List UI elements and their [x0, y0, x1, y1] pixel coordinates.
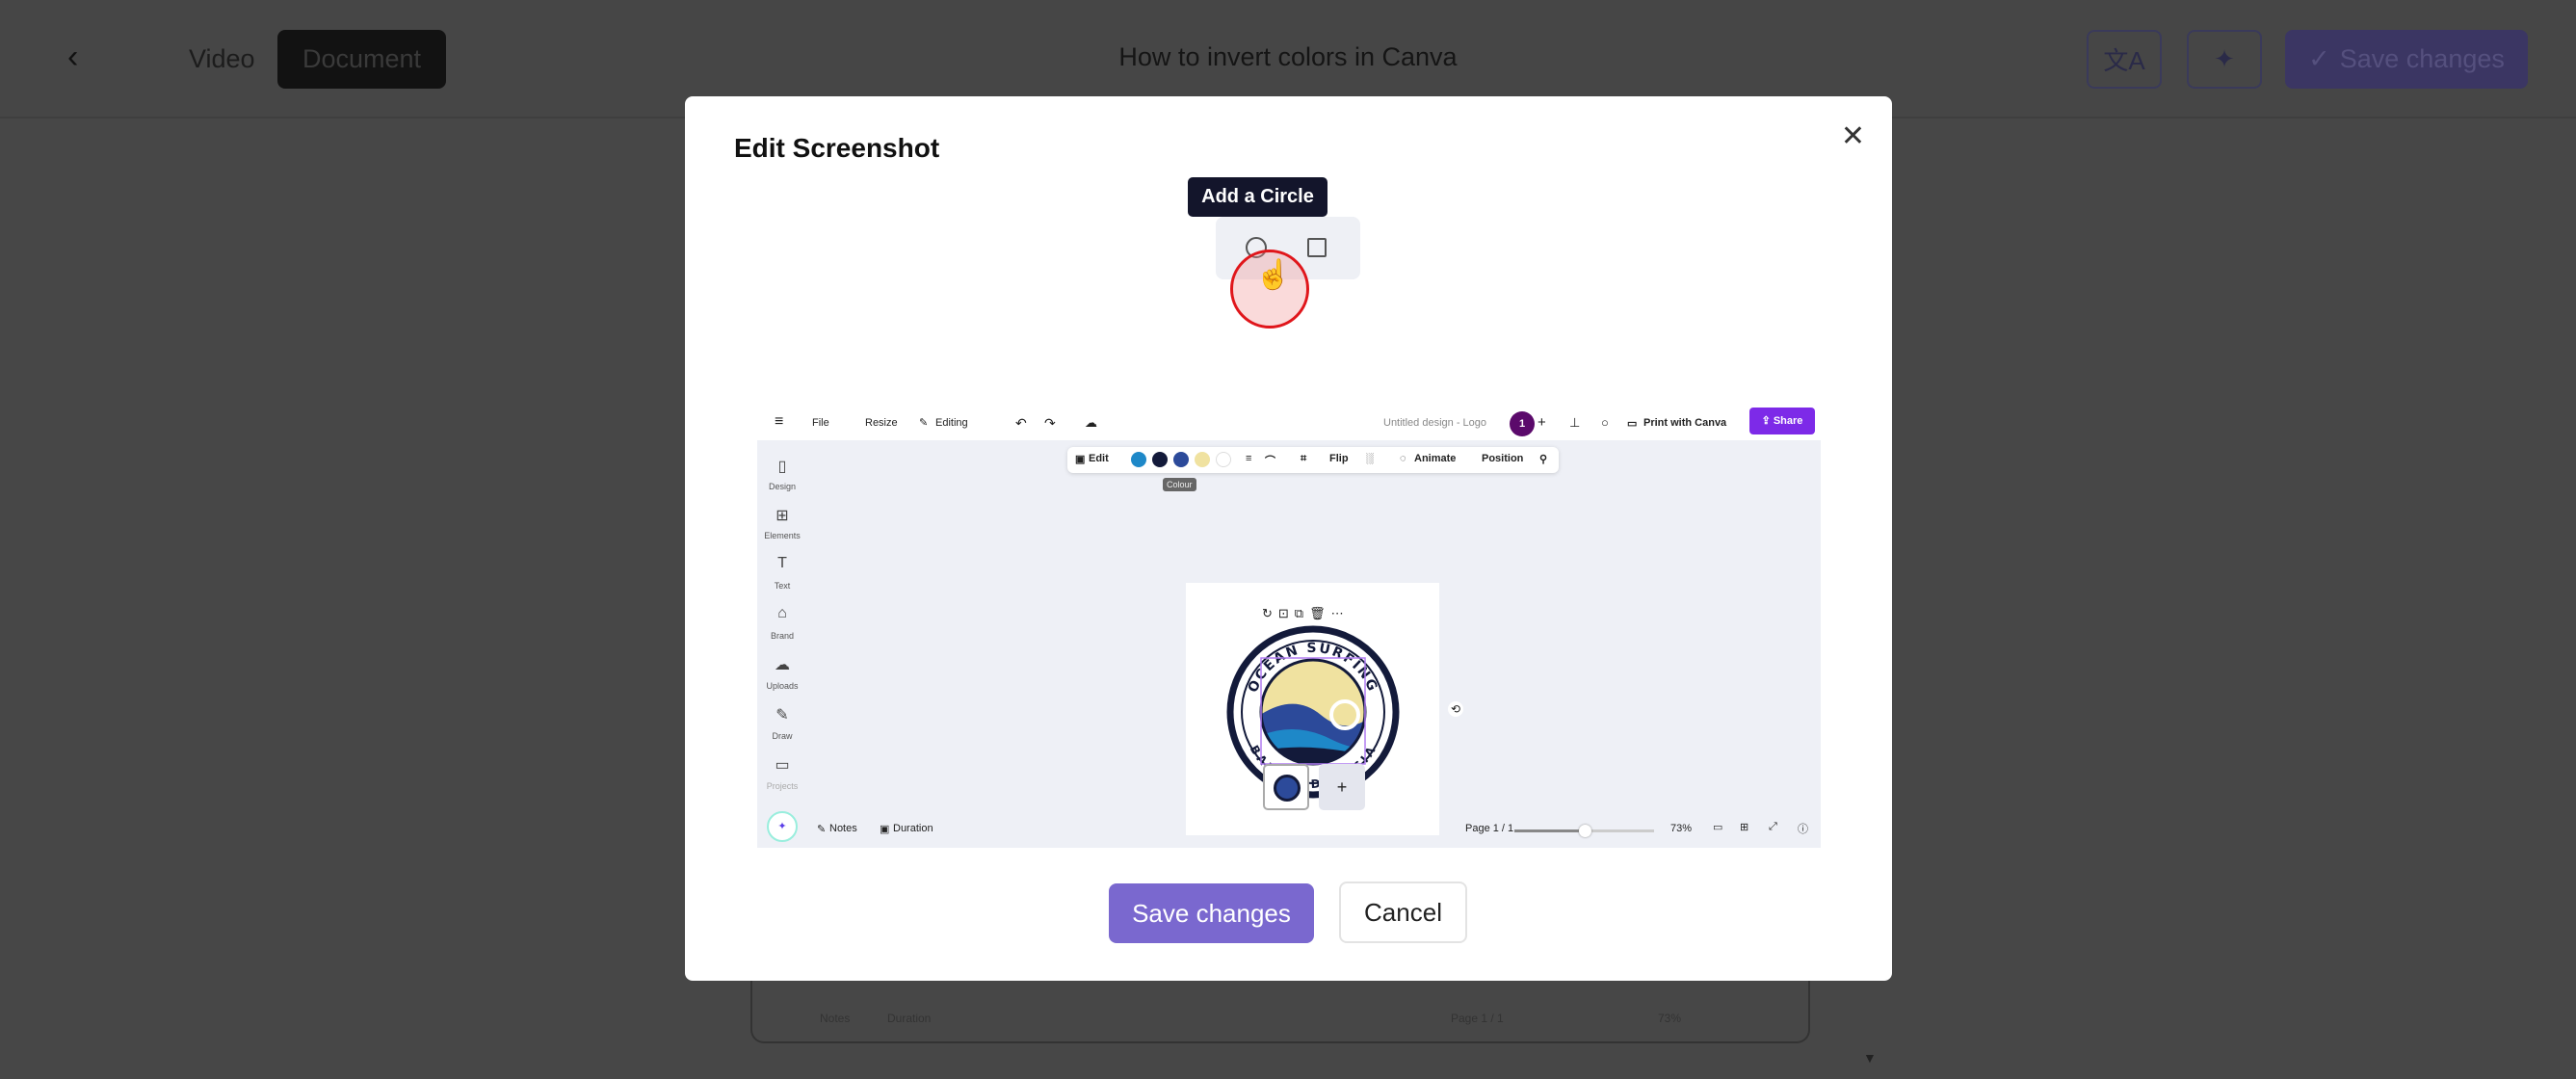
upload-icon: ☁ — [775, 657, 790, 673]
draw-icon: ✎ — [775, 707, 789, 724]
print-icon: ▭ — [1627, 418, 1638, 430]
help-icon: ⓘ — [1798, 824, 1808, 835]
color-swatch — [1131, 452, 1146, 467]
modal-title: Edit Screenshot — [734, 133, 940, 163]
toolbar-animate: Animate — [1414, 453, 1457, 464]
canva-bottom-bar: ✦ ✎ Notes ▣ Duration Page 1 / 1 73% ▭ ⊞ … — [757, 811, 1821, 848]
save-changes-button[interactable]: Save changes — [1109, 883, 1314, 943]
page-thumbnail — [1263, 764, 1309, 810]
sidebar-label: Text — [774, 581, 791, 591]
toolbar-edit: Edit — [1089, 453, 1109, 464]
duration-icon: ▣ — [880, 824, 890, 835]
lines-icon: ≡ — [1246, 453, 1252, 464]
bg-notes: Notes — [820, 1012, 851, 1025]
hand-cursor-icon: ☝ — [1255, 259, 1292, 291]
pencil-icon: ✎ — [919, 417, 929, 429]
brand-icon: ⌂ — [777, 605, 787, 621]
paint-format-icon: ⚲ — [1539, 454, 1548, 465]
sidebar-label: Draw — [772, 731, 793, 741]
comment-icon: ○ — [1601, 415, 1609, 430]
cloud-icon: ☁ — [1085, 415, 1097, 430]
page-indicator: Page 1 / 1 — [1465, 823, 1514, 834]
redo-icon: ↷ — [1044, 415, 1056, 431]
canva-resize: Resize — [865, 417, 898, 429]
translate-button[interactable]: 文A — [2087, 30, 2162, 89]
animate-icon: ◌ — [1400, 453, 1406, 464]
save-changes-top-button[interactable]: ✓ Save changes — [2285, 30, 2528, 89]
elements-icon: ⊞ — [775, 508, 789, 524]
bg-duration: Duration — [887, 1012, 932, 1025]
check-icon: ✓ — [2308, 44, 2330, 73]
ocean-surfing-logo: OCEAN SURFING BALI, INDONESIA — [1226, 625, 1400, 799]
sidebar-label: Brand — [770, 631, 795, 641]
page-view-icon: ▭ — [1713, 822, 1723, 833]
toolbar-position: Position — [1482, 453, 1524, 464]
canvas-page: ↻⊡⧉🗑⋯ OCEAN SURFING BALI, — [1186, 583, 1463, 835]
design-icon: ▯ — [777, 459, 787, 475]
color-swatch — [1173, 452, 1189, 467]
print-with-canva: Print with Canva — [1643, 417, 1727, 429]
colour-tooltip: Colour — [1163, 478, 1196, 491]
canva-file: File — [812, 417, 829, 429]
translate-icon: 文A — [2103, 46, 2145, 75]
zoom-slider — [1514, 825, 1654, 837]
edit-icon: ▣ — [1075, 454, 1086, 465]
color-swatch — [1195, 452, 1210, 467]
text-icon: T — [777, 555, 787, 571]
grid-view-icon: ⊞ — [1740, 822, 1749, 833]
close-icon[interactable]: ✕ — [1841, 119, 1865, 153]
tooltip: Add a Circle — [1188, 177, 1327, 217]
screenshot-image[interactable]: ≡ File Resize ✎ Editing ↶ ↷ ☁ Untitled d… — [757, 408, 1821, 848]
share-button: ⇪ Share — [1749, 408, 1815, 434]
square-tool-icon[interactable] — [1307, 238, 1327, 257]
color-swatch — [1152, 452, 1168, 467]
notes-label: Notes — [829, 823, 857, 834]
magic-sparkle-icon: ✦ — [767, 811, 798, 842]
zoom-level: 73% — [1670, 823, 1693, 834]
sidebar-label: Uploads — [766, 681, 799, 691]
design-name: Untitled design - Logo — [1383, 417, 1487, 429]
crop-icon: ⌗ — [1301, 453, 1307, 464]
menu-icon: ≡ — [775, 413, 784, 430]
avatar: 1 — [1510, 411, 1535, 436]
duration-label: Duration — [893, 823, 933, 834]
plus-icon: + — [1538, 414, 1546, 431]
magic-button[interactable]: ✦ — [2187, 30, 2262, 89]
add-page-icon: + — [1319, 764, 1365, 810]
fullscreen-icon: ⤢ — [1769, 821, 1777, 832]
scroll-down-arrow-icon[interactable]: ▼ — [1863, 1050, 1877, 1066]
edit-screenshot-modal: Edit Screenshot ✕ Add a Circle ☝ ≡ File … — [685, 96, 1892, 981]
canva-sidebar: ▯ Design ⊞ Elements T Text ⌂ Brand ☁ Uploads … — [757, 440, 807, 812]
rotate-icon: ⟲ — [1447, 701, 1463, 717]
color-swatch — [1216, 452, 1231, 467]
sidebar-label: Design — [768, 482, 796, 491]
sidebar-label: Projects — [766, 781, 799, 791]
undo-icon: ↶ — [1015, 415, 1027, 431]
cancel-button[interactable]: Cancel — [1339, 882, 1467, 943]
magic-wand-icon: ✦ — [2214, 44, 2235, 73]
canva-top-bar: ≡ File Resize ✎ Editing ↶ ↷ ☁ Untitled d… — [757, 408, 1821, 440]
canva-editing: Editing — [935, 417, 968, 429]
projects-icon: ▭ — [775, 757, 790, 774]
chart-icon: ⊥ — [1569, 415, 1581, 430]
bg-page: Page 1 / 1 — [1451, 1012, 1504, 1025]
element-actions-icon: ↻⊡⧉🗑⋯ — [1258, 606, 1354, 621]
corner-icon: ⌒ — [1265, 456, 1275, 467]
notes-icon: ✎ — [817, 824, 827, 835]
sidebar-label: Elements — [764, 531, 801, 540]
bg-zoom: 73% — [1658, 1012, 1682, 1025]
element-toolbar: ▣ Edit ≡ ⌒ ⌗ Flip ░ ◌ Animate Position ⚲ — [1067, 447, 1559, 473]
transparency-icon: ░ — [1366, 453, 1374, 464]
toolbar-flip: Flip — [1329, 453, 1349, 464]
